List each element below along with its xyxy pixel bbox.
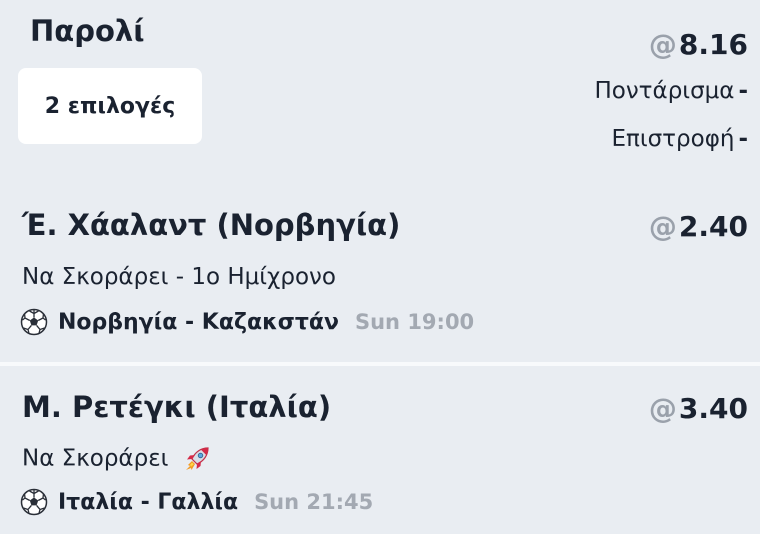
stake-value: - (738, 78, 748, 104)
selection-odds-value: 2.40 (678, 210, 748, 243)
soccer-ball-icon (20, 488, 48, 516)
total-odds-value: 8.16 (678, 28, 748, 61)
match-time: Sun 21:45 (254, 490, 374, 514)
selection-item[interactable]: Μ. Ρετέγκι (Ιταλία) @3.40 Να Σκοράρει Ιτ… (0, 366, 760, 534)
selections-count-chip[interactable]: 2 επιλογές (18, 68, 202, 144)
odds-at-symbol: @ (648, 210, 677, 243)
selection-item[interactable]: Έ. Χάαλαντ (Νορβηγία) @2.40 Να Σκοράρει … (0, 182, 760, 362)
soccer-ball-icon (20, 308, 48, 336)
selection-match: Ιταλία - Γαλλία Sun 21:45 (20, 488, 373, 516)
match-teams: Νορβηγία - Καζακστάν (58, 309, 339, 335)
stake-row: Ποντάρισμα - (594, 78, 748, 104)
selection-odds: @3.40 (649, 392, 748, 425)
selection-match: Νορβηγία - Καζακστάν Sun 19:00 (20, 308, 474, 336)
selection-player: Έ. Χάαλαντ (Νορβηγία) (22, 208, 401, 242)
parlay-title: Παρολί (30, 14, 145, 48)
selection-player: Μ. Ρετέγκι (Ιταλία) (22, 390, 332, 424)
stake-label: Ποντάρισμα (594, 78, 735, 104)
parlay-summary: Παρολί 2 επιλογές @8.16 Ποντάρισμα - Επισ… (0, 0, 760, 182)
return-row: Επιστροφή - (611, 126, 748, 152)
selection-market: Να Σκοράρει (22, 444, 212, 474)
rocket-icon (185, 447, 209, 470)
match-time: Sun 19:00 (354, 310, 475, 334)
match-teams: Ιταλία - Γαλλία (58, 489, 239, 515)
selection-odds-value: 3.40 (678, 392, 748, 425)
odds-at-symbol: @ (648, 392, 677, 425)
total-odds: @8.16 (649, 28, 748, 61)
selection-market: Να Σκοράρει - 1ο Ημίχρονο (22, 264, 336, 290)
return-value: - (738, 126, 748, 152)
selection-market-label: Να Σκοράρει (22, 445, 169, 472)
selection-odds: @2.40 (649, 210, 748, 243)
return-label: Επιστροφή (611, 126, 735, 152)
odds-at-symbol: @ (648, 28, 677, 61)
selections-count-label: 2 επιλογές (44, 93, 176, 119)
